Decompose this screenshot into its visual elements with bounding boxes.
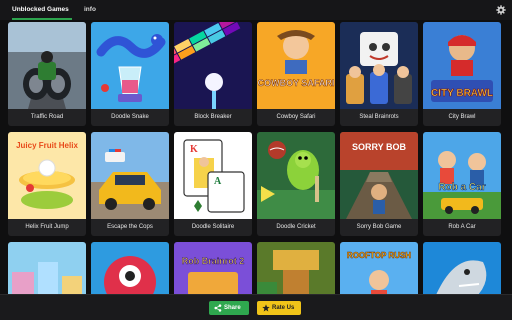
rate-us-button-label: Rate Us xyxy=(272,305,295,311)
thumbnail-title: Rob a Car xyxy=(438,182,485,193)
game-thumbnail: Rob Brainrot 2 xyxy=(174,242,252,294)
game-title: Helix Fruit Jump xyxy=(25,224,69,230)
game-title: Sorry Bob Game xyxy=(356,224,402,230)
footer-bar: Share Rate Us xyxy=(0,294,512,320)
game-thumbnail xyxy=(340,22,418,109)
svg-text:A: A xyxy=(214,176,222,187)
game-thumbnail: ROOFTOP RUSH xyxy=(340,242,418,294)
game-thumbnail: Juicy Fruit Helix xyxy=(8,132,86,219)
game-thumbnail: CITY BRAWL xyxy=(423,22,501,109)
game-card-city-brawl[interactable]: CITY BRAWL City Brawl xyxy=(423,22,501,126)
game-card-steal-brainrots[interactable]: Steal Brainrots xyxy=(340,22,418,126)
game-card-helix-fruit-jump[interactable]: Juicy Fruit Helix Helix Fruit Jump xyxy=(8,132,86,236)
game-card-rob-a-car[interactable]: Rob a Car Rob A Car xyxy=(423,132,501,236)
thumbnail-title: SORRY BOB xyxy=(352,142,407,152)
thumbnail-title: Rob Brainrot 2 xyxy=(182,256,245,266)
game-title: Block Breaker xyxy=(194,114,232,120)
tab-unblocked-games[interactable]: Unblocked Games 66 xyxy=(12,0,72,32)
svg-text:K: K xyxy=(190,144,198,155)
game-thumbnail xyxy=(174,22,252,109)
game-card[interactable] xyxy=(423,242,501,294)
game-title: Doodle Snake xyxy=(111,114,149,120)
game-title: Cowboy Safari xyxy=(276,114,316,120)
rate-us-button[interactable]: Rate Us xyxy=(257,301,301,315)
game-title: City Brawl xyxy=(448,114,476,120)
game-title: Rob A Car xyxy=(448,224,476,230)
game-card-escape-the-cops[interactable]: Escape the Cops xyxy=(91,132,169,236)
game-thumbnail xyxy=(91,242,169,294)
game-card-traffic-road[interactable]: Traffic Road xyxy=(8,22,86,126)
thumbnail-title: COWBOY SAFARI xyxy=(258,78,335,88)
game-title: Escape the Cops xyxy=(107,224,153,230)
game-card-doodle-solitaire[interactable]: K A Doodle Solitaire xyxy=(174,132,252,236)
thumbnail-title: Juicy Fruit Helix xyxy=(16,141,78,150)
game-card-doodle-snake[interactable]: Doodle Snake xyxy=(91,22,169,126)
game-thumbnail: SORRY BOB xyxy=(340,132,418,219)
game-thumbnail xyxy=(91,132,169,219)
game-title: Doodle Solitaire xyxy=(191,224,235,230)
share-button[interactable]: Share xyxy=(209,301,249,315)
game-grid: Traffic Road Doodle Snake Block Breaker … xyxy=(8,22,505,294)
game-thumbnail xyxy=(423,242,501,294)
game-thumbnail xyxy=(257,242,335,294)
thumbnail-title: CITY BRAWL xyxy=(431,88,493,99)
top-bar: Unblocked Games 66 info xyxy=(0,0,512,32)
game-title: Steal Brainrots xyxy=(359,114,399,120)
share-button-label: Share xyxy=(224,305,241,311)
star-icon xyxy=(262,304,270,312)
game-thumbnail xyxy=(257,132,335,219)
game-card[interactable]: ROOFTOP RUSH xyxy=(340,242,418,294)
game-thumbnail: COWBOY SAFARI xyxy=(257,22,335,109)
game-card[interactable] xyxy=(8,242,86,294)
game-title: Traffic Road xyxy=(30,114,64,120)
game-card-doodle-cricket[interactable]: Doodle Cricket xyxy=(257,132,335,236)
game-thumbnail: K A xyxy=(174,132,252,219)
game-card[interactable]: Rob Brainrot 2 xyxy=(174,242,252,294)
game-card-sorry-bob-game[interactable]: SORRY BOB Sorry Bob Game xyxy=(340,132,418,236)
game-card[interactable] xyxy=(257,242,335,294)
thumbnail-title: ROOFTOP RUSH xyxy=(347,251,411,260)
game-card[interactable] xyxy=(91,242,169,294)
game-thumbnail xyxy=(91,22,169,109)
game-card-cowboy-safari[interactable]: COWBOY SAFARI Cowboy Safari xyxy=(257,22,335,126)
game-thumbnail: Rob a Car xyxy=(423,132,501,219)
game-card-block-breaker[interactable]: Block Breaker xyxy=(174,22,252,126)
game-thumbnail xyxy=(8,22,86,109)
game-title: Doodle Cricket xyxy=(276,224,316,230)
share-icon xyxy=(214,304,222,312)
game-thumbnail xyxy=(8,242,86,294)
tab-info[interactable]: info xyxy=(84,0,98,20)
gear-icon[interactable] xyxy=(496,5,506,15)
